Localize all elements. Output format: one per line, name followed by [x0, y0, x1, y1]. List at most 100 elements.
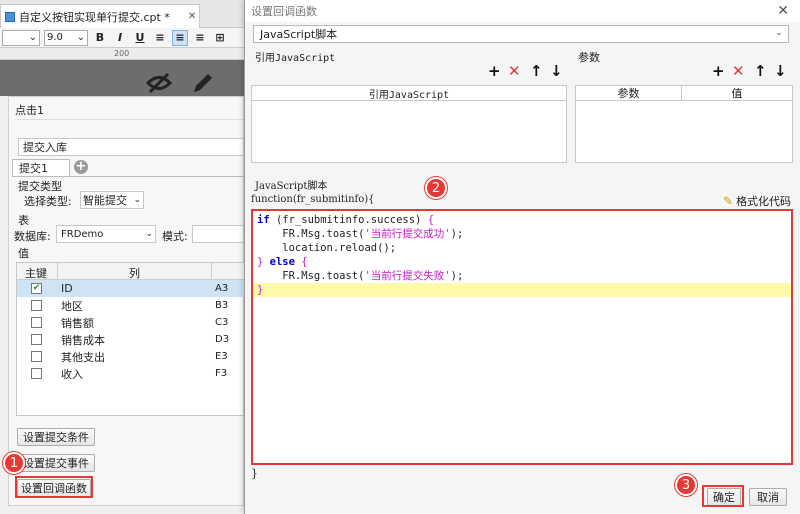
chevron-down-icon: ⌄ — [28, 32, 37, 43]
code-token: else — [269, 256, 295, 268]
tab-report-file[interactable]: 自定义按钮实现单行提交.cpt * ✕ — [0, 4, 200, 28]
delete-icon[interactable]: ✕ — [732, 64, 745, 79]
chevron-down-icon: ⌄ — [76, 32, 85, 43]
database-label: 数据库: — [14, 230, 51, 243]
report-file-icon — [5, 11, 15, 22]
format-toolbar: ⌄ 9.0 ⌄ B I U ≡ ≡ ≡ ⊞ — [0, 28, 244, 48]
table-row[interactable]: 销售成本 D3 — [17, 331, 244, 348]
code-token: } — [257, 256, 270, 268]
border-icon[interactable]: ⊞ — [212, 30, 228, 46]
move-up-icon[interactable]: ↑ — [754, 64, 767, 79]
code-line: FR.Msg.toast('当前行提交成功'); — [253, 227, 791, 241]
code-token: if — [257, 214, 270, 226]
underline-button[interactable]: U — [132, 30, 148, 46]
callback-type-select[interactable]: JavaScript脚本 ⌄ — [253, 25, 789, 43]
table-title: 表 — [18, 214, 29, 227]
primary-key-checkbox[interactable] — [31, 300, 42, 311]
align-left-icon[interactable]: ≡ — [152, 30, 168, 46]
italic-button[interactable]: I — [112, 30, 128, 46]
move-up-icon[interactable]: ↑ — [530, 64, 543, 79]
param-value-header: 值 — [682, 86, 792, 101]
step-badge-1: 1 — [3, 452, 25, 474]
code-token: (fr_submitinfo.success) — [269, 214, 428, 226]
code-editor[interactable]: if (fr_submitinfo.success) { FR.Msg.toas… — [251, 209, 793, 465]
step-badge-3: 3 — [675, 474, 697, 496]
hide-icon — [146, 72, 172, 94]
ok-highlight-box — [702, 485, 744, 507]
edit-icon — [194, 74, 212, 92]
header-column: 列 — [129, 267, 140, 280]
code-token: FR.Msg.toast( — [257, 270, 365, 282]
ruler: 200 — [0, 48, 244, 60]
param-name-header: 参数 — [576, 86, 682, 101]
close-icon[interactable]: ✕ — [188, 11, 196, 22]
value-table-header: 主键 列 — [17, 263, 244, 280]
ruler-mark: 200 — [114, 49, 130, 58]
ref-js-table: 引用JavaScript — [251, 85, 567, 163]
chevron-down-icon: ⌄ — [133, 195, 141, 205]
primary-key-checkbox[interactable] — [31, 317, 42, 328]
add-icon[interactable]: + — [488, 64, 501, 79]
function-header: function(fr_submitinfo){ — [251, 194, 375, 205]
delete-icon[interactable]: ✕ — [508, 64, 521, 79]
font-size-select[interactable]: 9.0 ⌄ — [44, 29, 88, 46]
mode-label: 模式: — [162, 230, 188, 243]
primary-key-checkbox[interactable]: ✔ — [31, 283, 42, 294]
code-token: location.reload(); — [257, 242, 397, 254]
report-editor: 自定义按钮实现单行提交.cpt * ✕ ⌄ 9.0 ⌄ B I U ≡ ≡ ≡ ⊞… — [0, 0, 244, 514]
code-token: { — [294, 256, 308, 268]
code-line-current: } — [253, 283, 791, 297]
align-right-icon[interactable]: ≡ — [192, 30, 208, 46]
mode-field[interactable] — [192, 225, 244, 243]
table-row[interactable]: 地区 B3 — [17, 297, 244, 314]
function-footer: } — [251, 467, 258, 480]
code-token: { — [427, 214, 435, 226]
submit-name-field[interactable]: 提交入库 — [18, 138, 244, 156]
ref-js-column-header: 引用JavaScript — [252, 86, 566, 101]
primary-key-checkbox[interactable] — [31, 351, 42, 362]
submit-event-button[interactable]: 设置提交事件 — [17, 454, 95, 472]
callback-highlight-box — [15, 476, 93, 498]
code-token: '当前行提交成功' — [364, 228, 451, 240]
primary-key-checkbox[interactable] — [31, 368, 42, 379]
format-code-button[interactable]: ✎ 格式化代码 — [723, 193, 791, 209]
step-badge-2: 2 — [425, 177, 447, 199]
align-center-icon[interactable]: ≡ — [172, 29, 188, 46]
table-row[interactable]: 收入 F3 — [17, 365, 244, 382]
table-row[interactable]: 其他支出 E3 — [17, 348, 244, 365]
code-line: FR.Msg.toast('当前行提交失败'); — [253, 269, 791, 283]
chevron-down-icon: ⌄ — [775, 28, 783, 38]
table-row[interactable]: 销售额 C3 — [17, 314, 244, 331]
submit-type-select[interactable]: 智能提交 ⌄ — [80, 191, 144, 209]
script-label: JavaScript脚本 — [255, 181, 328, 192]
submit-condition-button[interactable]: 设置提交条件 — [17, 428, 95, 446]
database-select[interactable]: FRDemo ⌄ — [56, 225, 156, 243]
table-row[interactable]: ✔ ID A3 — [17, 280, 244, 297]
code-token: FR.Msg.toast( — [257, 228, 365, 240]
event-label: 点击1 — [15, 104, 44, 117]
code-line: location.reload(); — [253, 241, 791, 255]
submit-type-title: 提交类型 — [18, 180, 62, 193]
header-primary-key: 主键 — [25, 267, 47, 280]
primary-key-checkbox[interactable] — [31, 334, 42, 345]
tab-submit-1[interactable]: 提交1 — [12, 159, 70, 176]
move-down-icon[interactable]: ↓ — [550, 64, 563, 79]
move-down-icon[interactable]: ↓ — [774, 64, 787, 79]
dialog-title-bar: 设置回调函数 ✕ — [245, 0, 800, 22]
report-canvas — [0, 60, 244, 96]
callback-dialog: 设置回调函数 ✕ JavaScript脚本 ⌄ 引用JavaScript 参数 … — [244, 0, 800, 514]
tab-bar: 自定义按钮实现单行提交.cpt * ✕ — [0, 0, 244, 28]
choose-type-label: 选择类型: — [24, 195, 72, 208]
brush-icon: ✎ — [723, 194, 734, 208]
code-line: } else { — [253, 255, 791, 269]
add-icon[interactable]: + — [712, 64, 725, 79]
code-token: } — [257, 284, 264, 296]
dialog-title: 设置回调函数 — [251, 5, 317, 18]
font-family-select[interactable]: ⌄ — [2, 29, 40, 46]
bold-button[interactable]: B — [92, 30, 108, 46]
params-table: 参数 值 — [575, 85, 793, 163]
cancel-button[interactable]: 取消 — [749, 488, 787, 506]
add-tab-icon[interactable]: + — [74, 160, 88, 174]
code-token: ); — [450, 270, 464, 282]
close-icon[interactable]: ✕ — [777, 3, 789, 19]
